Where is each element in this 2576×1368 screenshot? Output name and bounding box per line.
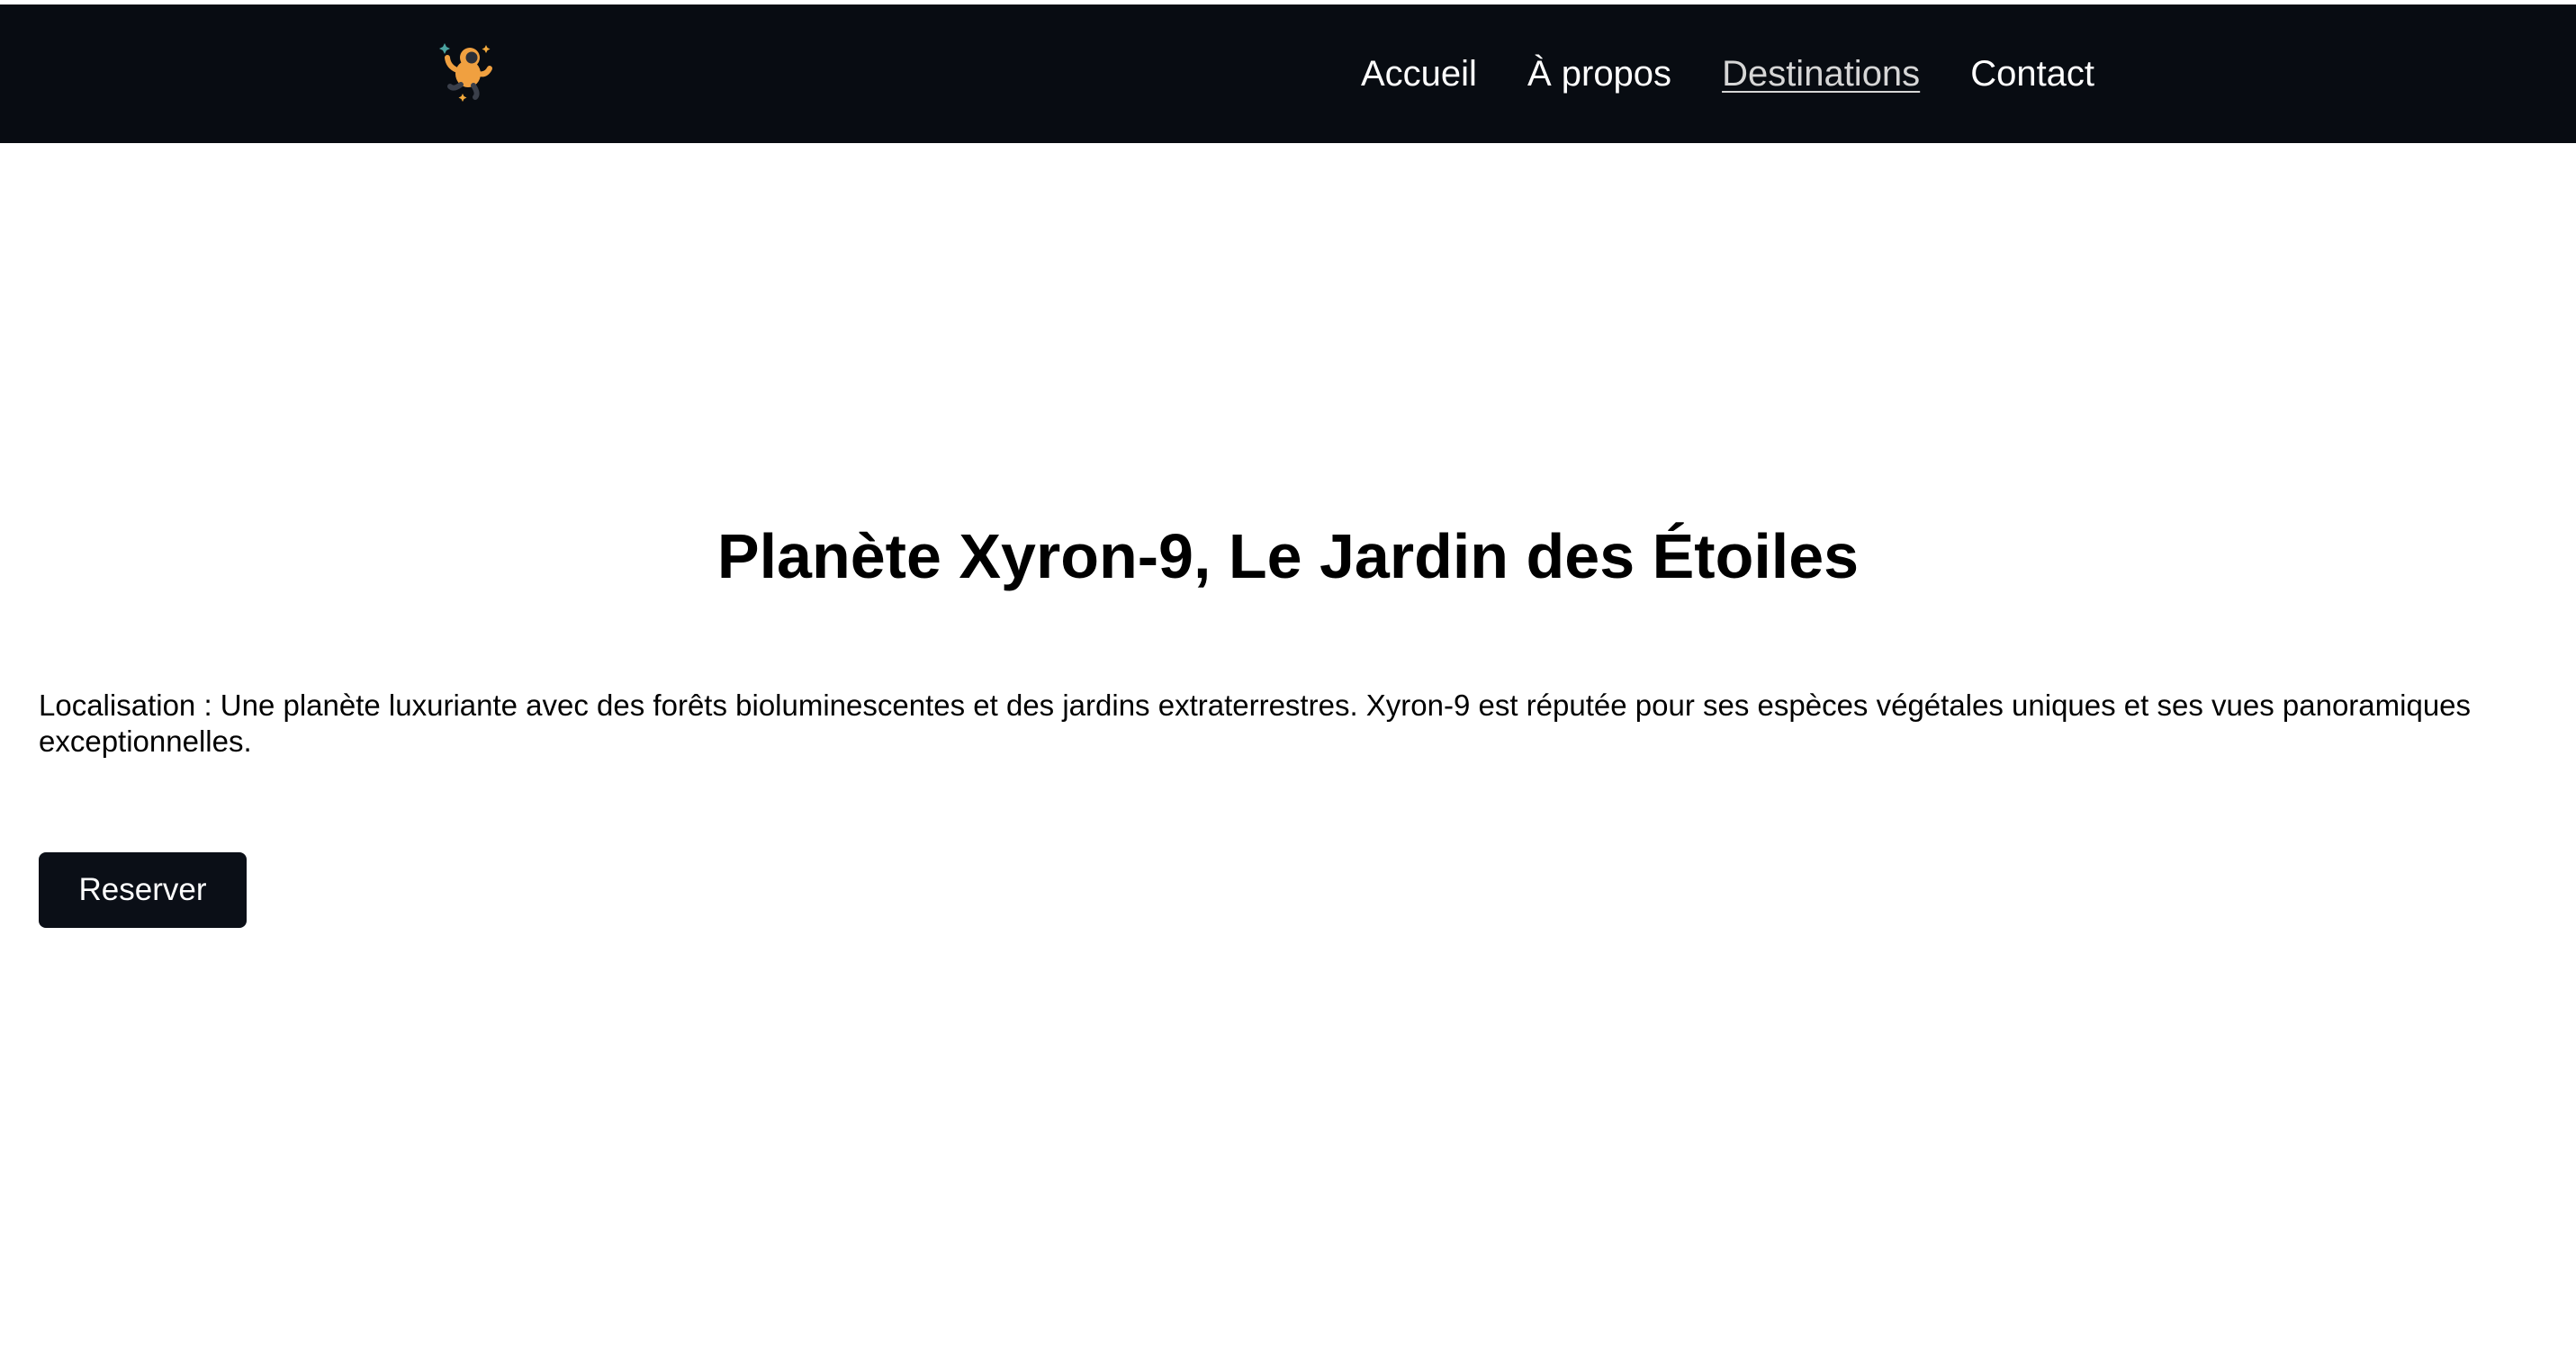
nav-link-a-propos[interactable]: À propos <box>1527 56 1671 92</box>
nav-link-contact[interactable]: Contact <box>1970 56 2094 92</box>
reserve-button[interactable]: Reserver <box>39 852 247 928</box>
main-nav: Accueil À propos Destinations Contact <box>1361 4 2094 143</box>
astronaut-icon[interactable] <box>434 38 500 104</box>
destination-description: Localisation : Une planète luxuriante av… <box>39 688 2472 758</box>
page-title: Planète Xyron-9, Le Jardin des Étoiles <box>716 521 1860 591</box>
top-navbar: Accueil À propos Destinations Contact <box>0 4 2576 143</box>
nav-link-destinations[interactable]: Destinations <box>1722 56 1920 92</box>
nav-link-accueil[interactable]: Accueil <box>1361 56 1477 92</box>
